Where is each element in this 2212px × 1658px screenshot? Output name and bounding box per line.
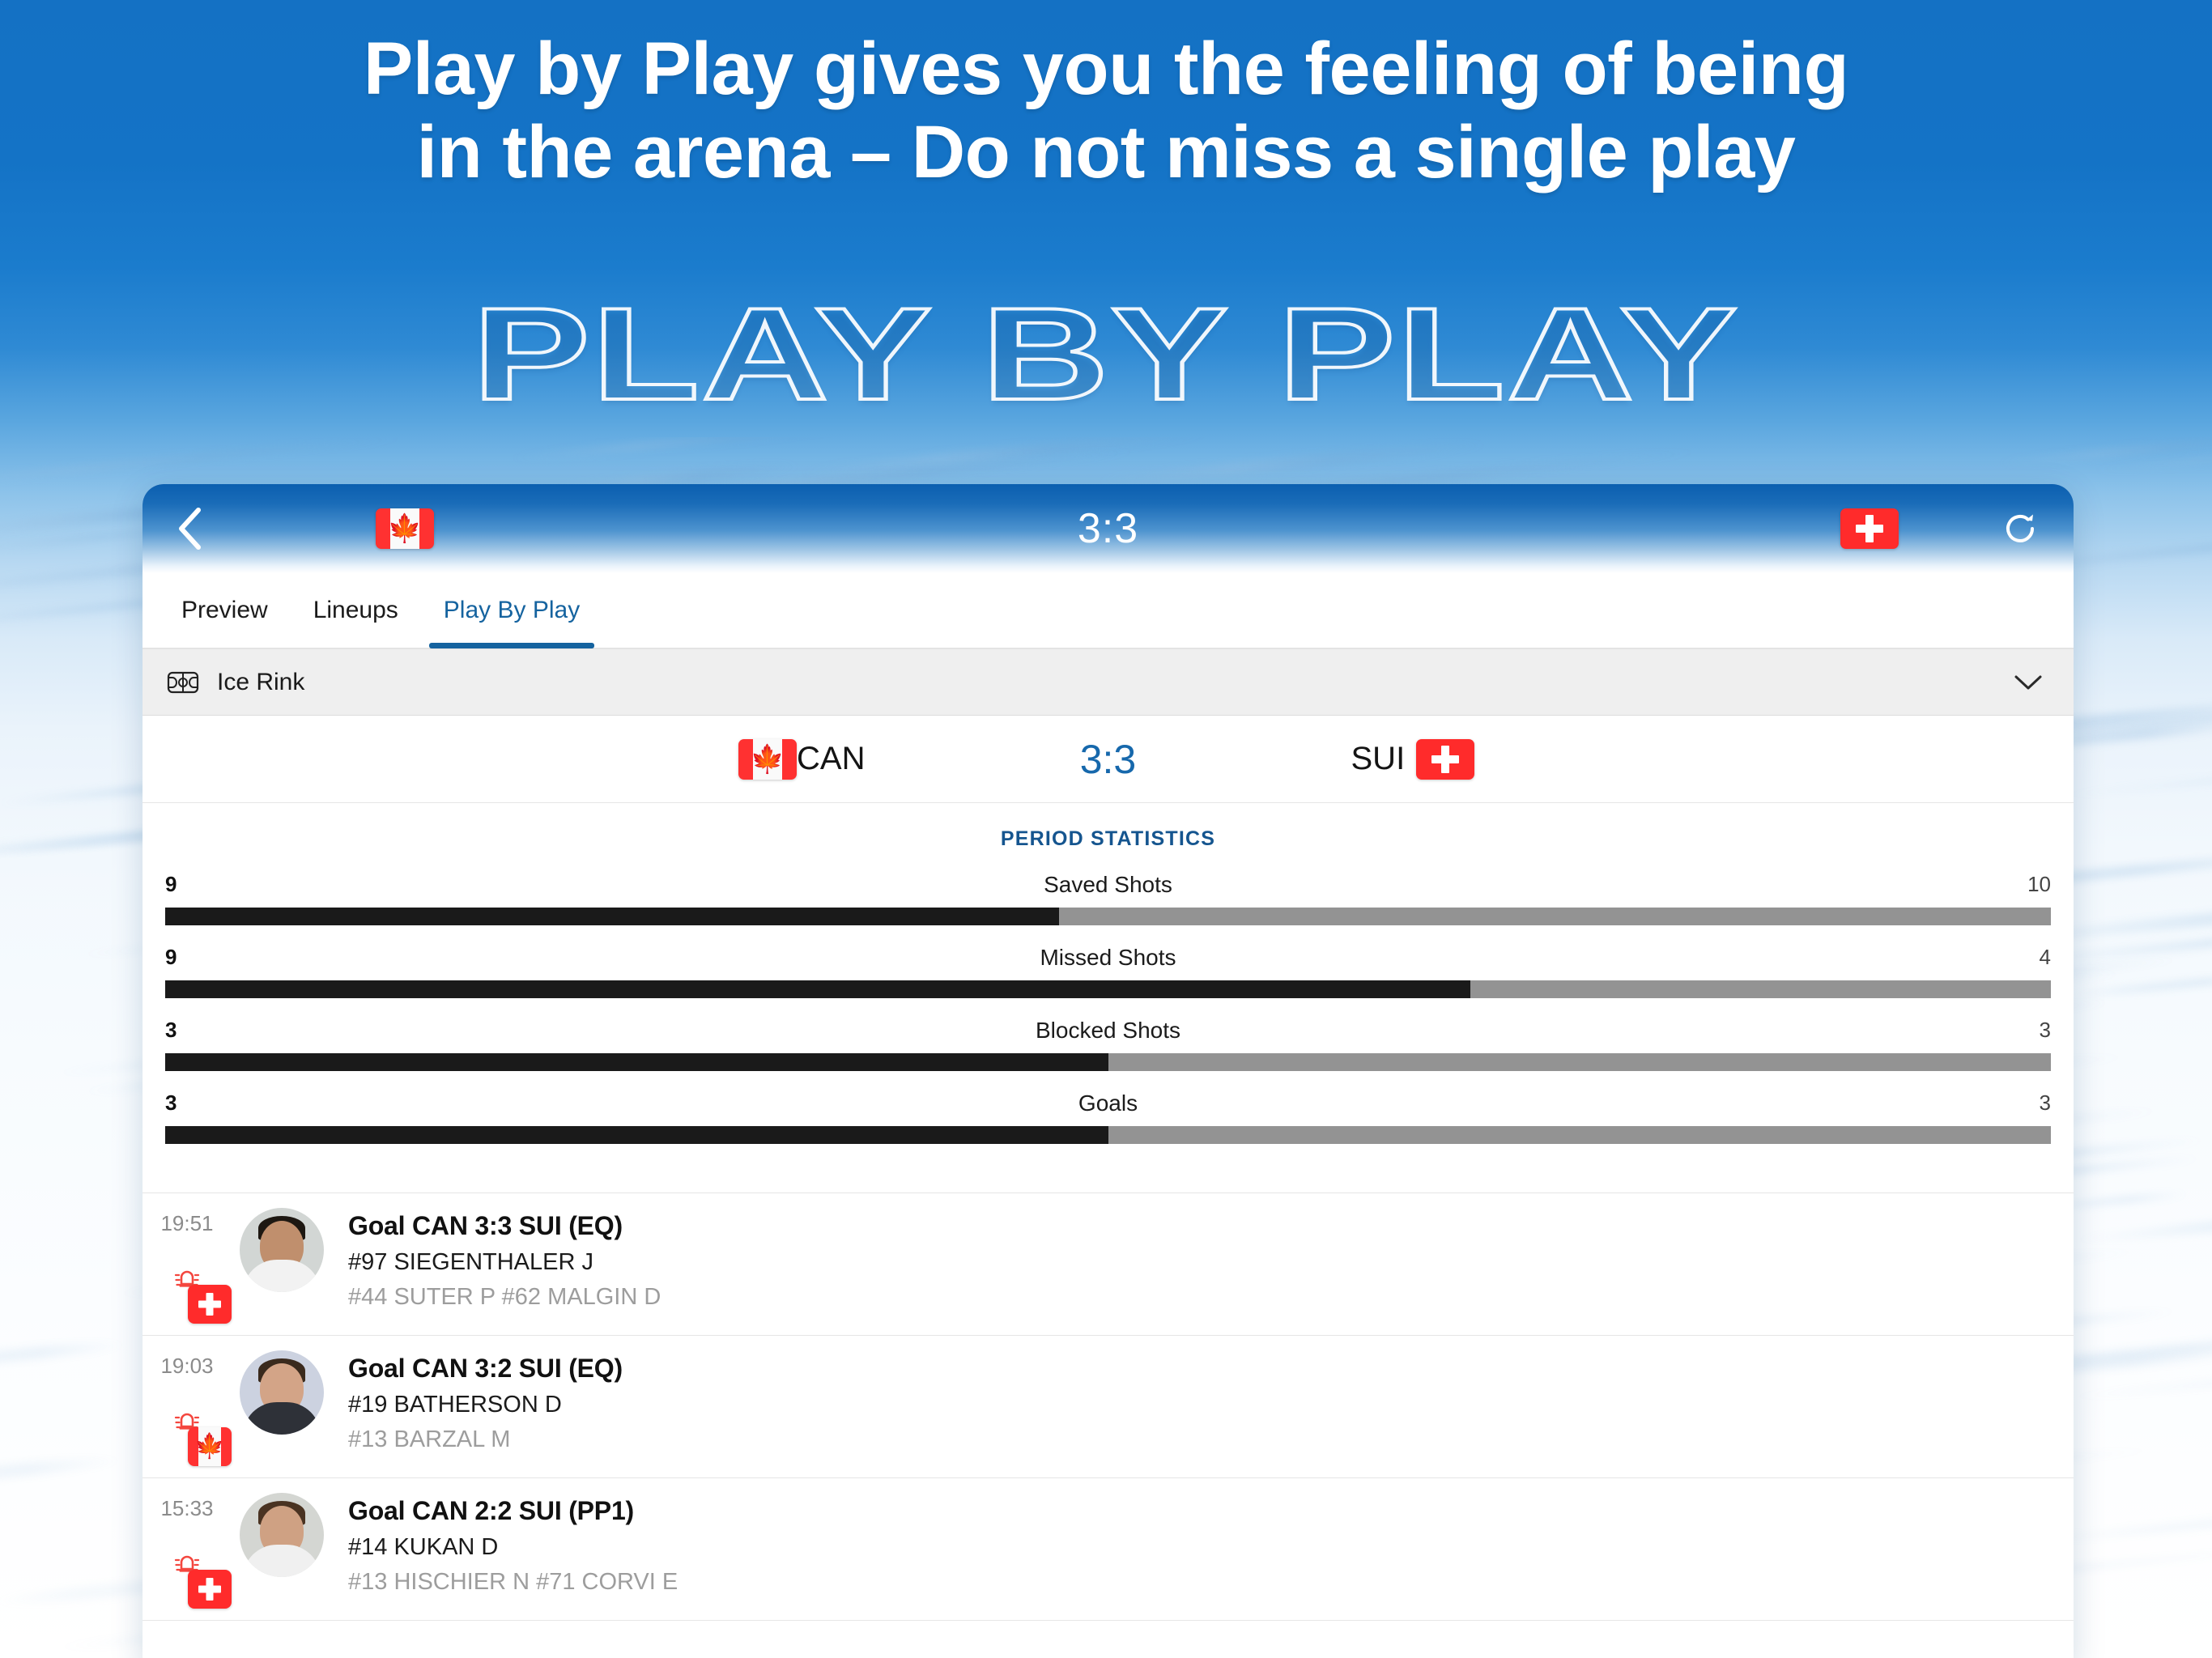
event-scorer: #14 KUKAN D [348,1534,499,1560]
stat-bar-away-fill [1058,908,2051,925]
stat-away-value: 10 [2027,872,2051,896]
stat-bar-away-fill [1108,1126,2051,1144]
stat-away-value: 3 [2039,1018,2051,1042]
headline-line-1: Play by Play gives you the feeling of be… [363,28,1849,110]
switzerland-flag-icon [1416,738,1475,780]
stat-row: 3 Goals 3 [143,1090,2074,1163]
away-team-abbr: SUI [1351,741,1406,776]
refresh-button[interactable] [1997,506,2043,551]
event-time: 19:51 [160,1211,214,1235]
stat-bar [165,1126,2051,1144]
period-statistics-title: PERIOD STATISTICS [1000,827,1216,850]
stat-bar [165,1053,2051,1071]
stat-bar-away-fill [1470,980,2051,998]
event-scorer: #97 SIEGENTHALER J [348,1249,593,1275]
play-by-play-event-row[interactable]: 19:51 Goal CAN 3:3 SUI (EQ) #97 SIEGENTHAL… [143,1193,2074,1336]
switzerland-flag-icon [188,1570,232,1609]
switzerland-flag-icon [188,1285,232,1324]
event-assists: #13 BARZAL M [348,1426,511,1452]
event-text: Goal CAN 3:3 SUI (EQ) #97 SIEGENTHALER J #… [348,1193,661,1311]
avatar-jersey [243,1260,321,1292]
stat-bar-home-fill [165,1053,1108,1071]
event-title: Goal CAN 3:2 SUI (EQ) [348,1354,623,1383]
stat-bar [165,908,2051,925]
stat-bar-away-fill [1108,1053,2051,1071]
avatar-jersey [243,1545,321,1577]
stat-bar-home-fill [165,1126,1108,1144]
avatar [240,1493,324,1577]
headline-line-2: in the arena – Do not miss a single play [416,111,1796,194]
play-by-play-event-list: 19:51 Goal CAN 3:3 SUI (EQ) #97 SIEGENTHAL… [143,1192,2074,1621]
event-assists: #44 SUTER P #62 MALGIN D [348,1284,661,1310]
stat-bar-home-fill [165,908,1059,925]
event-meta: 19:03 [143,1336,232,1437]
tab-bar[interactable]: Preview Lineups Play By Play [143,573,2074,649]
chevron-down-icon[interactable] [2010,665,2046,700]
event-title: Goal CAN 3:3 SUI (EQ) [348,1211,623,1240]
maple-leaf-glyph: 🍁 [194,1433,225,1460]
venue-section-header[interactable]: Ice Rink [143,649,2074,716]
stat-bar [165,980,2051,998]
stat-label: Blocked Shots [1036,1018,1180,1043]
event-meta: 15:33 [143,1478,232,1579]
stat-bar-home-fill [165,980,1470,998]
event-text: Goal CAN 3:2 SUI (EQ) #19 BATHERSON D #13 … [348,1336,623,1453]
stat-away-value: 3 [2039,1090,2051,1115]
outline-wordmark: PLAY BY PLAY [470,279,1740,429]
promo-headline: Play by Play gives you the feeling of be… [0,28,2212,194]
scoreboard-away-team: SUI [1108,738,2074,780]
app-screenshot-card: 🍁 3:3 Preview Lineups Play By Play Ice R… [143,484,2074,1658]
app-header: 🍁 3:3 [143,484,2074,573]
promo-screenshot: Play by Play gives you the feeling of be… [0,0,2212,1658]
header-score: 3:3 [1077,505,1139,552]
header-away-flag [1840,508,1899,549]
tab-preview[interactable]: Preview [159,572,291,648]
tab-play-by-play[interactable]: Play By Play [421,572,602,648]
event-text: Goal CAN 2:2 SUI (PP1) #14 KUKAN D #13 HIS… [348,1478,678,1596]
tab-lineups[interactable]: Lineups [291,572,421,648]
event-team-flag-badge [188,1285,232,1324]
avatar [240,1208,324,1292]
avatar-jersey [243,1402,321,1435]
event-team-flag-badge [188,1570,232,1609]
play-by-play-event-row[interactable]: 15:33 Goal CAN 2:2 SUI (PP1) #14 KUKAN D #1… [143,1478,2074,1621]
event-assists: #13 HISCHIER N #71 CORVI E [348,1569,678,1595]
stat-label: Missed Shots [1040,945,1176,970]
event-time: 15:33 [160,1496,214,1520]
event-meta: 19:51 [143,1193,232,1295]
stat-row: 9 Saved Shots 10 [143,872,2074,945]
venue-label: Ice Rink [217,668,305,695]
ice-rink-icon [165,665,201,700]
avatar [240,1350,324,1435]
refresh-icon [2006,514,2034,542]
stat-away-value: 4 [2039,945,2051,969]
stat-label: Saved Shots [1044,872,1172,897]
stat-row: 3 Blocked Shots 3 [143,1018,2074,1090]
switzerland-flag-icon [1840,508,1899,549]
play-by-play-event-row[interactable]: 19:03 🍁 Goal CAN 3:2 SUI (EQ) #19 BATHERSON… [143,1336,2074,1478]
stat-label: Goals [1078,1090,1138,1116]
event-title: Goal CAN 2:2 SUI (PP1) [348,1496,635,1525]
event-scorer: #19 BATHERSON D [348,1392,562,1418]
event-time: 19:03 [160,1354,214,1378]
canada-flag-icon: 🍁 [188,1427,232,1466]
period-statistics-section: PERIOD STATISTICS 9 Saved Shots 10 9 Missed … [143,803,2074,1192]
stat-row: 9 Missed Shots 4 [143,945,2074,1018]
event-team-flag-badge: 🍁 [188,1427,232,1466]
scoreboard: 🍁 CAN 3:3 SUI [143,716,2074,803]
